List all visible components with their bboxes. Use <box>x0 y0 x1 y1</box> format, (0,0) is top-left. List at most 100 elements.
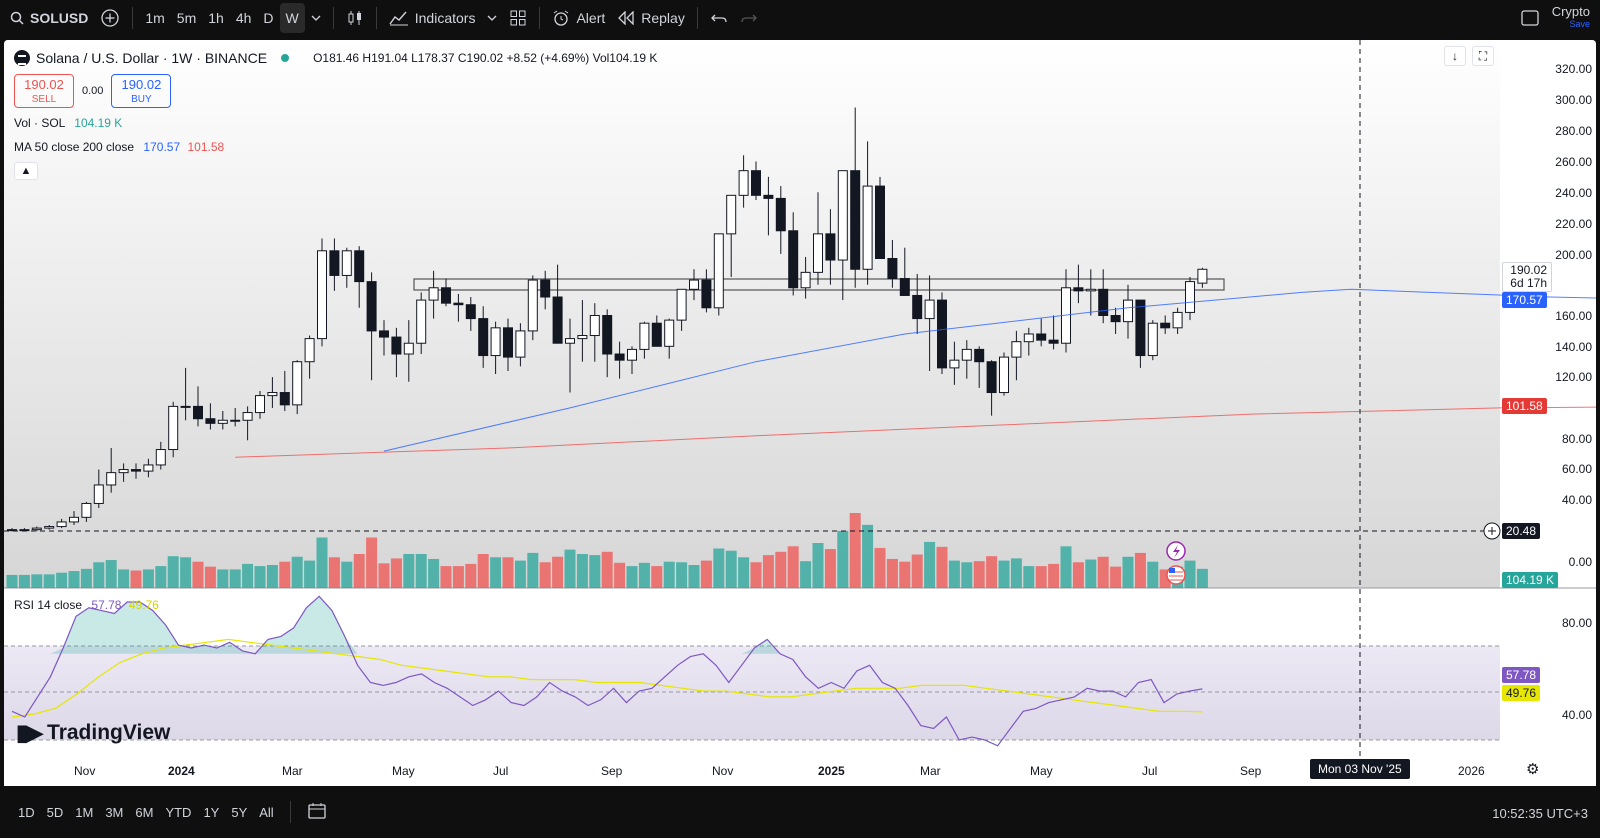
time-tick: 2026 <box>1458 764 1485 778</box>
interval-d[interactable]: D <box>257 3 279 33</box>
volume-bar <box>31 574 43 588</box>
alert-button[interactable]: Alert <box>546 3 611 33</box>
range-3m[interactable]: 3M <box>99 805 129 820</box>
volume-bar <box>973 561 985 588</box>
replay-button[interactable]: Replay <box>611 3 691 33</box>
rsi-legend[interactable]: RSI 14 close 57.78 49.76 <box>14 598 159 612</box>
volume-bar <box>390 558 402 588</box>
volume-bar <box>192 561 204 588</box>
volume-bar <box>663 561 675 588</box>
range-1m[interactable]: 1M <box>69 805 99 820</box>
layout-name-button[interactable]: Crypto Save <box>1546 3 1600 33</box>
range-5d[interactable]: 5D <box>41 805 70 820</box>
range-ytd[interactable]: YTD <box>159 805 197 820</box>
volume-bar <box>651 566 663 588</box>
toolbar-divider <box>539 7 541 29</box>
range-1y[interactable]: 1Y <box>197 805 225 820</box>
volume-bar <box>477 554 489 588</box>
price-tick: 260.00 <box>1555 155 1592 169</box>
candle-up <box>924 299 935 320</box>
candle-down <box>478 318 489 357</box>
volume-bar <box>254 566 266 588</box>
candle-up <box>428 287 439 301</box>
volume-bar <box>614 562 626 588</box>
tradingview-logo[interactable]: ▮▶ TradingView <box>16 720 170 746</box>
candle-up <box>1123 299 1133 323</box>
interval-4h[interactable]: 4h <box>230 3 258 33</box>
candle-down <box>1048 339 1059 344</box>
candle-up <box>813 233 823 273</box>
candle-up <box>403 342 414 355</box>
symbol-search-button[interactable]: SOLUSD <box>0 3 94 33</box>
range-all[interactable]: All <box>253 805 279 820</box>
interval-1h[interactable]: 1h <box>202 3 230 33</box>
range-1d[interactable]: 1D <box>12 805 41 820</box>
buy-button[interactable]: 190.02 BUY <box>111 74 172 108</box>
ma-legend[interactable]: MA 50 close 200 close 170.57 101.58 <box>14 140 657 156</box>
brand-name: TradingView <box>47 721 171 744</box>
candle-up <box>267 392 278 397</box>
candle-down <box>701 279 712 309</box>
move-pane-down-button[interactable]: ↓ <box>1444 46 1466 66</box>
axis-settings-icon[interactable]: ⚙ <box>1526 760 1539 778</box>
symbol-description[interactable]: Solana / U.S. Dollar · 1W · BINANCE <box>36 50 267 66</box>
chart-type-button[interactable] <box>340 3 370 33</box>
undo-button[interactable] <box>704 3 734 33</box>
candle-down <box>763 194 774 199</box>
candle-up <box>515 330 526 358</box>
interval-5m[interactable]: 5m <box>171 3 202 33</box>
volume-bar <box>105 560 117 588</box>
time-axis[interactable]: Nov 2024 Mar May Jul Sep Nov 2025 Mar Ma… <box>4 756 1596 784</box>
candle-up <box>69 516 79 523</box>
rsi-value: 57.78 <box>91 598 122 612</box>
candle-up <box>999 356 1009 394</box>
candle-up <box>242 412 253 421</box>
indicators-label: Indicators <box>414 10 476 26</box>
volume-bar <box>626 566 638 588</box>
fullscreen-button[interactable] <box>1514 3 1546 33</box>
chart-pane[interactable]: Solana / U.S. Dollar · 1W · BINANCE O181… <box>4 40 1596 796</box>
solana-logo-icon <box>14 50 30 66</box>
candle-up <box>1147 322 1158 357</box>
interval-w[interactable]: W <box>279 3 305 33</box>
candle-down <box>453 302 464 306</box>
range-6m[interactable]: 6M <box>129 805 159 820</box>
candles-icon <box>346 9 364 27</box>
interval-dropdown[interactable] <box>305 3 327 33</box>
volume-bar <box>304 560 316 588</box>
volume-bar <box>725 550 737 588</box>
candle-down <box>1073 287 1084 292</box>
go-to-date-button[interactable] <box>301 802 333 823</box>
compare-symbol-button[interactable] <box>94 3 126 33</box>
volume-bar <box>638 562 650 588</box>
bottom-toolbar: 1D 5D 1M 3M 6M YTD 1Y 5Y All 10:52:35 UT… <box>0 786 1600 838</box>
candle-up <box>837 170 848 261</box>
collapse-legend-button[interactable]: ▲ <box>14 162 38 180</box>
layouts-button[interactable] <box>503 3 533 33</box>
candle-up <box>44 526 55 529</box>
price-tick: 60.00 <box>1561 462 1592 476</box>
candle-down <box>279 392 290 406</box>
volume-bar <box>713 548 725 588</box>
candle-up <box>577 335 588 340</box>
indicators-button[interactable]: Indicators <box>383 3 482 33</box>
clock-timezone[interactable]: 10:52:35 UTC+3 <box>1492 806 1588 821</box>
interval-1m[interactable]: 1m <box>139 3 170 33</box>
redo-button[interactable] <box>734 3 764 33</box>
maximize-pane-button[interactable]: ⛶ <box>1472 46 1494 66</box>
volume-bar <box>68 571 80 588</box>
ma-indicator-name: MA 50 close 200 close <box>14 140 135 154</box>
candle-up <box>317 250 327 340</box>
volume-bar <box>1048 563 1060 588</box>
volume-legend[interactable]: Vol · SOL 104.19 K <box>14 116 657 132</box>
range-5y[interactable]: 5Y <box>225 805 253 820</box>
volume-bar <box>1134 552 1146 588</box>
price-tick: 40.00 <box>1561 493 1592 507</box>
sell-button[interactable]: 190.02 SELL <box>14 74 74 108</box>
undo-icon <box>710 11 728 25</box>
candle-up <box>676 288 687 321</box>
volume-bar <box>762 555 774 588</box>
indicators-dropdown[interactable] <box>481 3 503 33</box>
volume-bar <box>1072 562 1084 588</box>
arrow-down-icon: ↓ <box>1452 49 1458 63</box>
